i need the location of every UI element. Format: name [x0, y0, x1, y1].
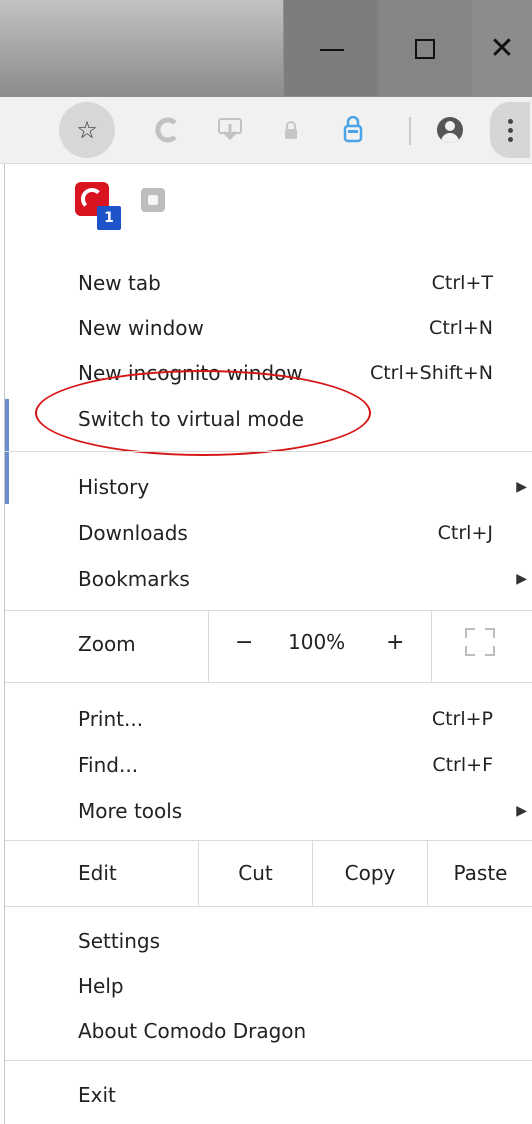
cut-button[interactable]: Cut [199, 840, 312, 906]
menu-item-label: Switch to virtual mode [78, 407, 304, 431]
submenu-arrow-icon: ▶ [516, 479, 527, 495]
menu-item-settings[interactable]: Settings [5, 918, 532, 964]
menu-item-label: New window [78, 316, 204, 340]
menu-item-label: Help [78, 974, 124, 998]
zoom-out-button[interactable]: − [235, 630, 253, 655]
menu-item-new-incognito-window[interactable]: New incognito window Ctrl+Shift+N [5, 350, 532, 396]
menu-item-label: New incognito window [78, 361, 303, 385]
menu-item-exit[interactable]: Exit [5, 1072, 532, 1118]
maximize-button[interactable] [378, 0, 472, 96]
toolbar-separator [409, 117, 411, 145]
menu-item-about[interactable]: About Comodo Dragon [5, 1008, 532, 1054]
menu-item-find[interactable]: Find... Ctrl+F [5, 742, 532, 788]
profile-button[interactable] [428, 97, 472, 163]
menu-item-bookmarks[interactable]: Bookmarks ▶ [5, 556, 532, 602]
menu-item-more-tools[interactable]: More tools ▶ [5, 788, 532, 834]
menu-item-shortcut: Ctrl+Shift+N [369, 362, 493, 384]
menu-item-history[interactable]: History ▶ [5, 464, 532, 510]
menu-item-label: Downloads [78, 521, 188, 545]
submenu-arrow-icon: ▶ [516, 803, 527, 819]
menu-item-help[interactable]: Help [5, 963, 532, 1009]
divider [5, 1060, 532, 1061]
menu-item-shortcut: Ctrl+F [432, 754, 493, 776]
bookmark-star-button[interactable]: ☆ [52, 97, 122, 163]
lock-icon [285, 121, 297, 139]
download-icon [218, 118, 242, 141]
divider [5, 682, 532, 683]
paste-button[interactable]: Paste [428, 840, 532, 906]
refresh-button[interactable] [148, 97, 188, 163]
zoom-level: 100% [288, 630, 346, 654]
menu-item-label: About Comodo Dragon [78, 1019, 307, 1043]
edit-label: Edit [78, 861, 117, 885]
download-button[interactable] [210, 97, 250, 163]
menu-item-new-tab[interactable]: New tab Ctrl+T [5, 260, 532, 306]
browser-menu: 1 New tab Ctrl+T New window Ctrl+N New i… [4, 164, 532, 1124]
menu-item-label: History [78, 475, 150, 499]
divider [5, 906, 532, 907]
extension-gray-icon[interactable] [141, 188, 165, 212]
menu-item-downloads[interactable]: Downloads Ctrl+J [5, 510, 532, 556]
menu-item-switch-virtual-mode[interactable]: Switch to virtual mode [5, 396, 532, 442]
menu-item-label: Exit [78, 1083, 116, 1107]
copy-button[interactable]: Copy [313, 840, 427, 906]
menu-item-label: New tab [78, 271, 161, 295]
menu-item-shortcut: Ctrl+J [437, 522, 493, 544]
menu-item-label: Find... [78, 753, 139, 777]
menu-item-print[interactable]: Print... Ctrl+P [5, 696, 532, 742]
menu-item-label: More tools [78, 799, 183, 823]
fullscreen-icon[interactable] [465, 628, 495, 656]
menu-item-label: Settings [78, 929, 161, 953]
divider [431, 610, 432, 682]
close-icon: ✕ [489, 31, 515, 66]
minimize-icon [319, 49, 344, 51]
divider [208, 610, 209, 682]
menu-button[interactable] [488, 97, 532, 163]
toolbar: ☆ [0, 97, 532, 164]
account-icon [437, 117, 463, 143]
submenu-arrow-icon: ▶ [516, 571, 527, 587]
extension-badge: 1 [97, 206, 121, 230]
title-bar: ✕ [0, 0, 532, 97]
menu-item-shortcut: Ctrl+P [431, 708, 493, 730]
menu-item-label: Print... [78, 707, 144, 731]
menu-item-label: Bookmarks [78, 567, 190, 591]
lock-button[interactable] [276, 97, 306, 163]
menu-item-shortcut: Ctrl+T [431, 272, 493, 294]
refresh-icon [155, 117, 177, 143]
zoom-in-button[interactable]: + [386, 630, 404, 655]
menu-icon [490, 102, 530, 158]
maximize-icon [415, 39, 435, 59]
star-icon: ☆ [76, 116, 98, 144]
extensions-row: 1 [5, 182, 532, 238]
divider [5, 451, 532, 452]
zoom-label: Zoom [78, 632, 136, 656]
menu-item-shortcut: Ctrl+N [429, 317, 493, 339]
shield-icon [343, 116, 363, 143]
minimize-button[interactable] [283, 0, 379, 96]
secure-dns-button[interactable] [336, 97, 370, 163]
zoom-row: Zoom − 100% + [5, 610, 532, 682]
edit-row: Edit Cut Copy Paste [5, 840, 532, 906]
close-button[interactable]: ✕ [472, 0, 532, 96]
menu-item-new-window[interactable]: New window Ctrl+N [5, 305, 532, 351]
